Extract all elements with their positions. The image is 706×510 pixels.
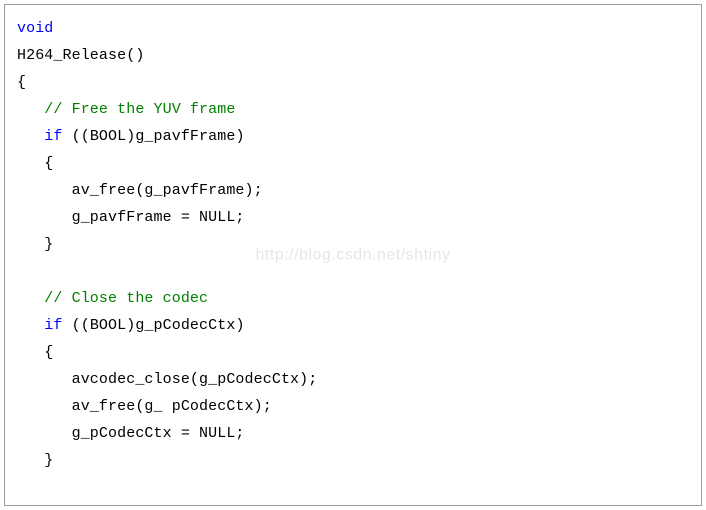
- stmt-3: avcodec_close(g_pCodecCtx);: [17, 371, 317, 388]
- brace-open-2: {: [17, 344, 53, 361]
- kw-if-1: if: [17, 128, 63, 145]
- kw-void: void: [17, 20, 53, 37]
- fn-sig: H264_Release(): [17, 47, 144, 64]
- brace-open: {: [17, 74, 26, 91]
- comment-1: // Free the YUV frame: [17, 101, 235, 118]
- stmt-5: g_pCodecCtx = NULL;: [17, 425, 245, 442]
- brace-open-1: {: [17, 155, 53, 172]
- if-1-cond: ((BOOL)g_pavfFrame): [63, 128, 245, 145]
- comment-2: // Close the codec: [17, 290, 208, 307]
- brace-close-2: }: [17, 452, 53, 469]
- kw-if-2: if: [17, 317, 63, 334]
- stmt-2: g_pavfFrame = NULL;: [17, 209, 245, 226]
- if-2-cond: ((BOOL)g_pCodecCtx): [63, 317, 245, 334]
- code-frame-outer: http://blog.csdn.net/shtiny void H264_Re…: [4, 4, 702, 506]
- code-block: void H264_Release() { // Free the YUV fr…: [17, 15, 689, 503]
- code-frame-inner: http://blog.csdn.net/shtiny void H264_Re…: [7, 7, 699, 503]
- stmt-4: av_free(g_ pCodecCtx);: [17, 398, 272, 415]
- brace-close-1: }: [17, 236, 53, 253]
- stmt-1: av_free(g_pavfFrame);: [17, 182, 263, 199]
